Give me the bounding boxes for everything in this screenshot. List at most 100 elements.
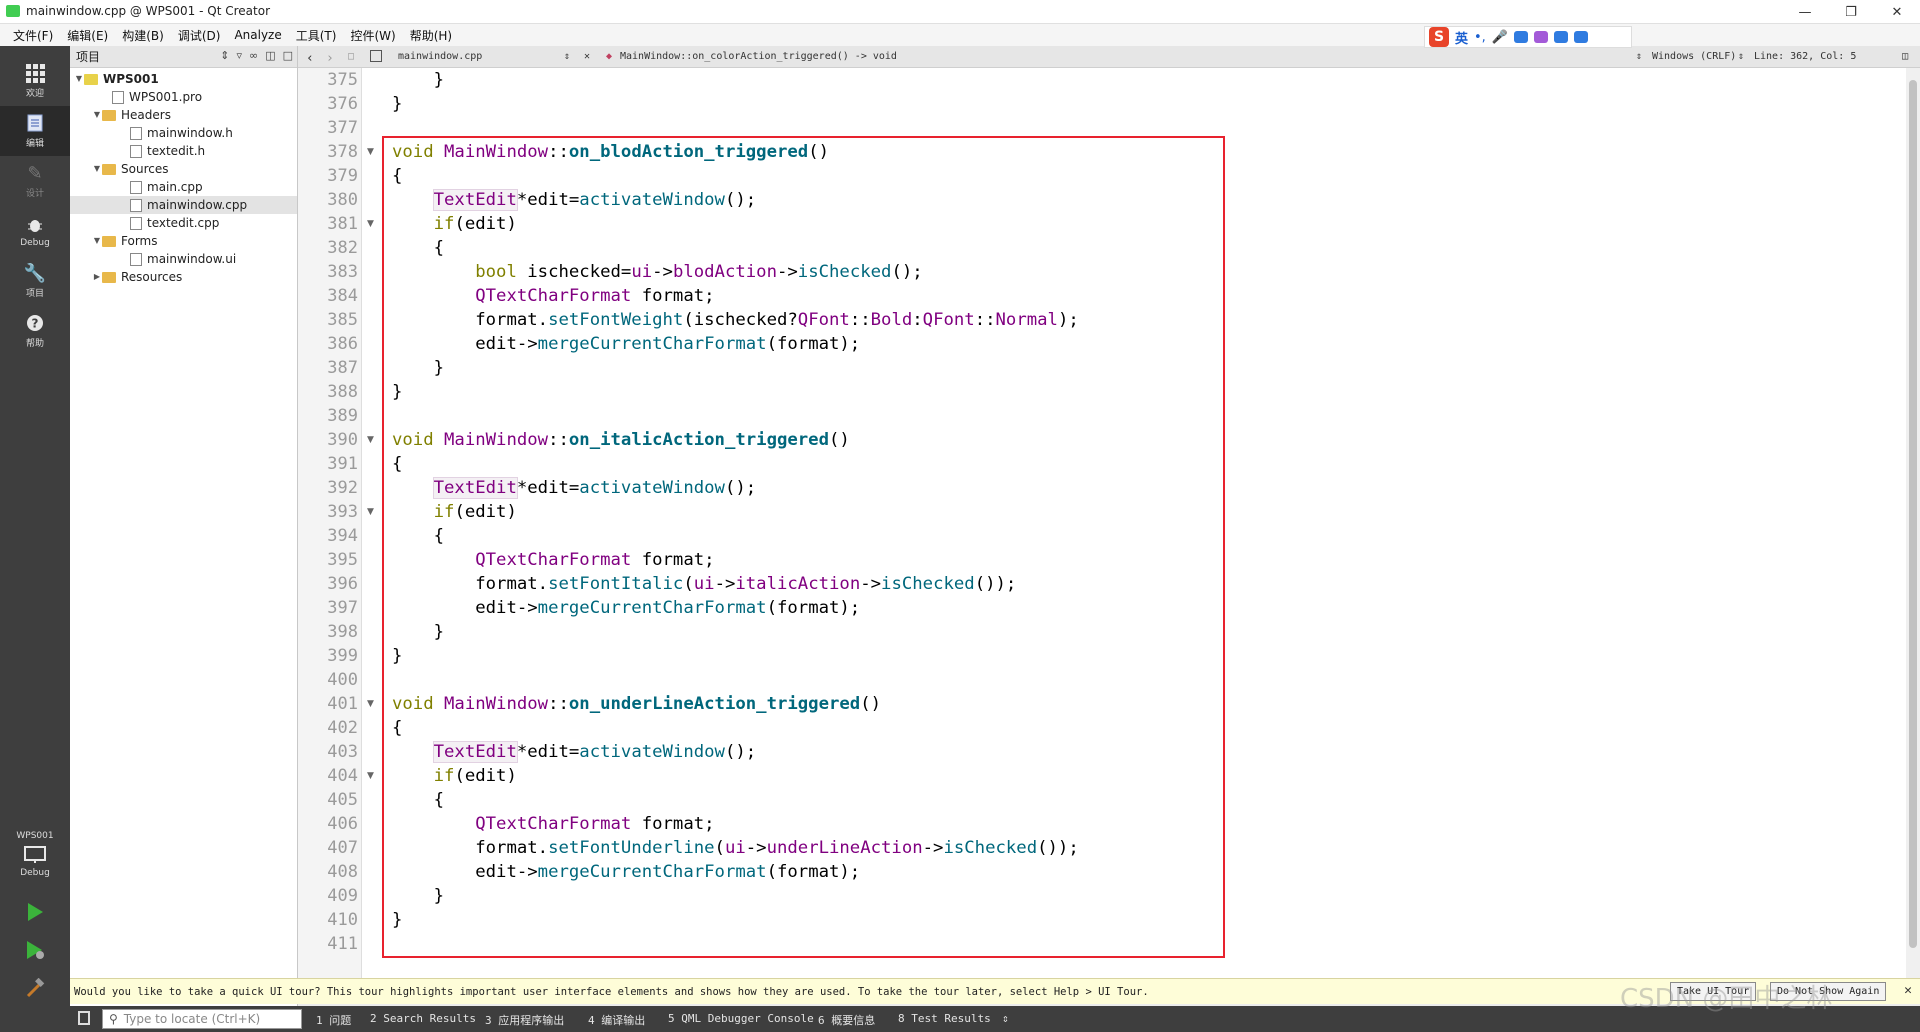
expanded-arrow-icon[interactable]: ▼	[92, 160, 102, 178]
menu-file[interactable]: 文件(F)	[6, 27, 60, 44]
tree-item-mainwindow-cpp[interactable]: mainwindow.cpp	[70, 196, 297, 214]
bug-icon	[24, 215, 46, 235]
toggle-sidebar-icon[interactable]	[78, 1011, 90, 1025]
mode-projects[interactable]: 🔧 项目	[0, 256, 70, 306]
editor-vertical-scrollbar[interactable]	[1906, 68, 1920, 978]
title-bar: mainwindow.cpp @ WPS001 - Qt Creator — ❐…	[0, 0, 1920, 24]
tab-test-results[interactable]: 8 Test Results	[898, 1012, 991, 1025]
restore-icon[interactable]: ❐	[1828, 0, 1874, 24]
menu-controls[interactable]: 控件(W)	[343, 27, 402, 44]
gamepad-icon[interactable]	[1554, 31, 1569, 43]
menu-debug[interactable]: 调试(D)	[171, 27, 228, 44]
lock-icon[interactable]: □	[348, 51, 354, 62]
folder-icon	[102, 271, 116, 283]
kit-selector[interactable]: WPS001 Debug	[0, 824, 70, 884]
tab-issues[interactable]: 1 问题	[316, 1012, 351, 1028]
menu-build[interactable]: 构建(B)	[115, 27, 171, 44]
minimize-icon[interactable]: —	[1782, 0, 1828, 24]
tree-item-sources[interactable]: ▼ Sources	[70, 160, 297, 178]
tree-item-mainwindow-h[interactable]: mainwindow.h	[70, 124, 297, 142]
keyboard-icon[interactable]	[1514, 31, 1529, 43]
filter-icon[interactable]: ▿	[236, 49, 242, 62]
tab-qml-debugger-console[interactable]: 5 QML Debugger Console	[668, 1012, 814, 1025]
link-icon[interactable]: ∞	[249, 49, 258, 62]
build-button[interactable]	[0, 972, 70, 1006]
ime-language-toggle[interactable]: 英	[1455, 28, 1468, 47]
close-file-icon[interactable]: ✕	[584, 51, 590, 62]
cursor-position[interactable]: Line: 362, Col: 5	[1754, 51, 1856, 62]
run-button[interactable]	[0, 896, 70, 930]
line-number: 400	[327, 670, 358, 690]
fold-marker-icon[interactable]: ▼	[367, 428, 374, 452]
mode-help[interactable]: ? 帮助	[0, 306, 70, 356]
tree-item-main-cpp[interactable]: main.cpp	[70, 178, 297, 196]
collapsed-arrow-icon[interactable]: ▶	[92, 268, 102, 286]
fold-marker-icon[interactable]: ▼	[367, 212, 374, 236]
more-tabs-arrows-icon[interactable]: ⇕	[1002, 1012, 1009, 1025]
tree-item-textedit-h[interactable]: textedit.h	[70, 142, 297, 160]
open-file-selector[interactable]: mainwindow.cpp	[398, 51, 482, 62]
debug-run-button[interactable]	[0, 934, 70, 968]
pro-file-icon	[112, 90, 124, 104]
menu-tools[interactable]: 工具(T)	[289, 27, 344, 44]
fold-marker-icon[interactable]: ▼	[367, 500, 374, 524]
menu-help[interactable]: 帮助(H)	[403, 27, 459, 44]
tab-general-messages[interactable]: 6 概要信息	[818, 1012, 875, 1028]
tree-item-headers[interactable]: ▼ Headers	[70, 106, 297, 124]
close-infobar-icon[interactable]: ✕	[1904, 983, 1912, 998]
dropdown-arrows-icon[interactable]: ⇕	[1738, 51, 1744, 62]
tree-item-resources[interactable]: ▶ Resources	[70, 268, 297, 286]
ime-toolbar[interactable]: S 英 •, 🎤	[1424, 26, 1632, 48]
tab-application-output[interactable]: 3 应用程序输出	[485, 1012, 564, 1028]
folder-icon	[102, 109, 116, 121]
cpp-file-icon	[130, 180, 142, 194]
microphone-icon[interactable]: 🎤	[1492, 30, 1508, 45]
expanded-arrow-icon[interactable]: ▼	[74, 70, 84, 88]
split-icon[interactable]: ◫	[265, 49, 275, 62]
split-editor-icon[interactable]: ◫	[1902, 51, 1908, 62]
line-number: 392	[327, 478, 358, 498]
tree-item-textedit-cpp[interactable]: textedit.cpp	[70, 214, 297, 232]
close-icon[interactable]: ✕	[1874, 0, 1920, 24]
line-ending-selector[interactable]: Windows (CRLF)	[1652, 51, 1736, 62]
expanded-arrow-icon[interactable]: ▼	[92, 232, 102, 250]
dropdown-arrows-icon[interactable]: ⇕	[220, 49, 229, 62]
mode-debug[interactable]: Debug	[0, 206, 70, 256]
fold-marker-icon[interactable]: ▼	[367, 764, 374, 788]
dropdown-arrows-icon[interactable]: ⇕	[1636, 51, 1642, 62]
line-number: 396	[327, 574, 358, 594]
menu-edit[interactable]: 编辑(E)	[60, 27, 115, 44]
tree-item-project[interactable]: ▼ WPS001	[70, 70, 297, 88]
menu-analyze[interactable]: Analyze	[227, 28, 288, 42]
dropdown-arrows-icon[interactable]: ⇕	[564, 51, 570, 62]
line-number: 406	[327, 814, 358, 834]
fold-marker-icon[interactable]: ▼	[367, 140, 374, 164]
mode-design[interactable]: ✎ 设计	[0, 156, 70, 206]
tree-item-forms[interactable]: ▼ Forms	[70, 232, 297, 250]
close-panel-icon[interactable]: □	[283, 49, 293, 62]
project-panel-title[interactable]: 项目	[76, 48, 100, 65]
tree-item-pro-file[interactable]: WPS001.pro	[70, 88, 297, 106]
ui-file-icon	[130, 252, 142, 266]
mode-edit[interactable]: 编辑	[0, 106, 70, 156]
file-icon	[370, 50, 382, 62]
skin-icon[interactable]	[1534, 31, 1549, 43]
symbol-selector[interactable]: MainWindow::on_colorAction_triggered() -…	[620, 51, 897, 62]
toolbox-icon[interactable]	[1574, 31, 1589, 43]
scrollbar-thumb[interactable]	[1909, 80, 1917, 948]
line-number: 375	[327, 70, 358, 90]
sogou-logo-icon[interactable]: S	[1429, 27, 1449, 47]
tree-item-mainwindow-ui[interactable]: mainwindow.ui	[70, 250, 297, 268]
locator-input[interactable]: ⚲ Type to locate (Ctrl+K)	[102, 1009, 302, 1029]
tab-search-results[interactable]: 2 Search Results	[370, 1012, 476, 1025]
ime-punctuation-toggle[interactable]: •,	[1474, 30, 1486, 45]
fold-marker-icon[interactable]: ▼	[367, 692, 374, 716]
back-icon[interactable]: ‹	[306, 51, 314, 66]
tree-file-label: textedit.cpp	[147, 216, 220, 230]
expanded-arrow-icon[interactable]: ▼	[92, 106, 102, 124]
line-number: 378	[327, 142, 358, 162]
forward-icon[interactable]: ›	[326, 51, 334, 66]
tab-compile-output[interactable]: 4 编译输出	[588, 1012, 645, 1028]
mode-welcome[interactable]: 欢迎	[0, 56, 70, 106]
header-file-icon	[130, 144, 142, 158]
